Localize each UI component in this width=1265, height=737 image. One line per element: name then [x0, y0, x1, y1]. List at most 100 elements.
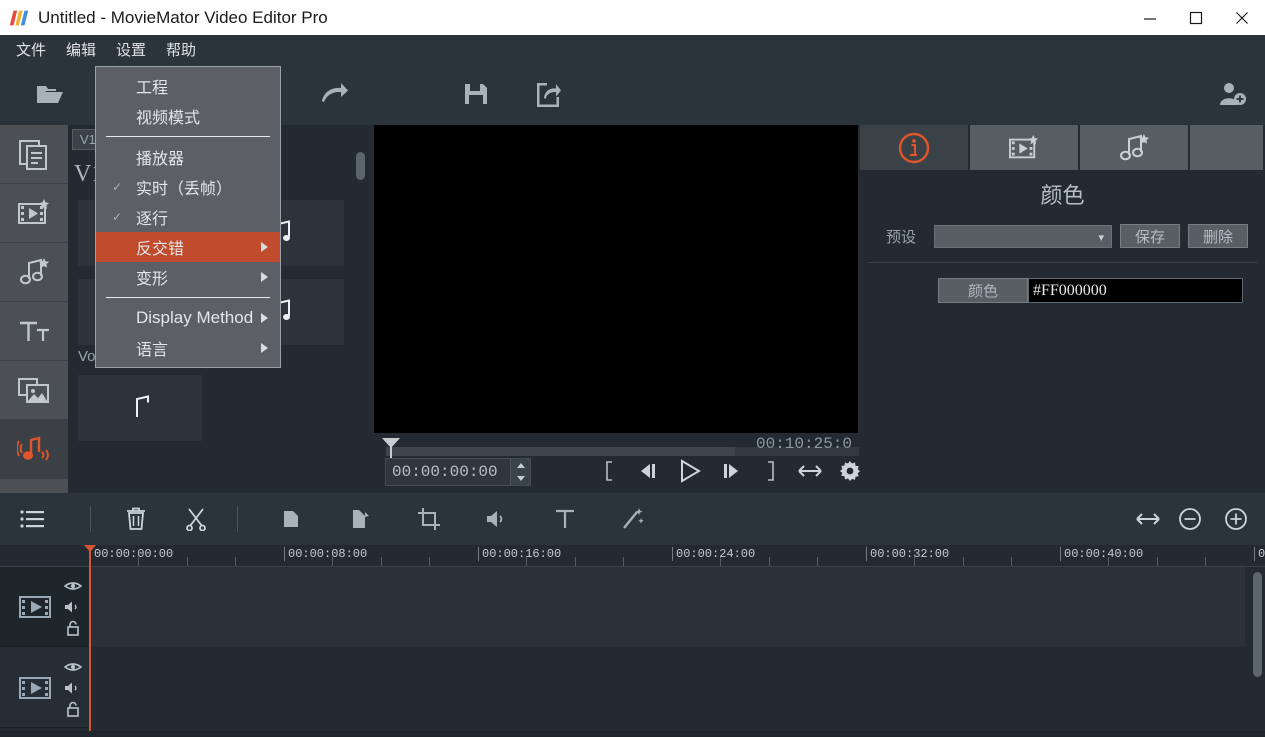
sidebar-item-audio-effects[interactable]	[0, 243, 68, 302]
save-button[interactable]	[454, 75, 498, 113]
zoom-fit-button[interactable]	[1129, 500, 1167, 538]
submenu-arrow-icon	[261, 242, 268, 252]
delete-preset-button[interactable]: 删除	[1188, 224, 1248, 248]
auto-enhance-button[interactable]	[614, 500, 652, 538]
menu-item-progressive[interactable]: ✓ 逐行	[96, 202, 280, 232]
music-star-icon	[1117, 133, 1151, 163]
timeline-menu-button[interactable]	[14, 500, 52, 538]
horizontal-arrows-icon	[1135, 511, 1161, 527]
maximize-icon	[1189, 11, 1203, 25]
menu-item-label: Display Method	[136, 308, 253, 328]
play-button[interactable]	[677, 457, 703, 485]
tab-audio[interactable]	[1080, 125, 1190, 170]
menubar-item-settings[interactable]: 设置	[108, 36, 154, 63]
menu-item-label: 实时（丢帧）	[136, 175, 232, 199]
track-lock-toggle[interactable]	[64, 621, 82, 635]
tab-info[interactable]	[860, 125, 970, 170]
color-value-input[interactable]: #FF000000	[1028, 278, 1243, 303]
mark-in-button[interactable]	[597, 457, 623, 485]
list-item[interactable]	[78, 375, 202, 444]
track-lock-toggle[interactable]	[64, 702, 82, 716]
account-button[interactable]	[1211, 75, 1255, 113]
video-preview[interactable]	[374, 125, 858, 433]
timeline-toolbar	[0, 493, 1265, 545]
properties-tab-row	[860, 125, 1265, 170]
timeline-playhead-handle[interactable]	[84, 545, 96, 552]
horizontal-arrows-icon	[798, 463, 822, 479]
check-icon: ✓	[112, 180, 122, 195]
audio-level-button[interactable]	[478, 500, 516, 538]
tab-video[interactable]	[970, 125, 1080, 170]
sidebar-item-sound[interactable]	[0, 420, 68, 479]
zoom-out-button[interactable]	[1171, 500, 1209, 538]
sidebar-item-images[interactable]	[0, 361, 68, 420]
menu-item-player[interactable]: 播放器	[96, 142, 280, 172]
delete-clip-button[interactable]	[117, 500, 155, 538]
mark-out-button[interactable]	[757, 457, 783, 485]
menu-item-display-method[interactable]: Display Method	[96, 303, 280, 333]
menu-item-realtime[interactable]: ✓ 实时（丢帧）	[96, 172, 280, 202]
preset-select[interactable]: ▾	[934, 225, 1112, 248]
menu-item-deinterlace[interactable]: 反交错	[96, 232, 280, 262]
menu-item-interpolation[interactable]: 变形	[96, 262, 280, 292]
timecode-stepper[interactable]	[510, 459, 530, 485]
close-button[interactable]	[1219, 0, 1265, 35]
eye-icon	[64, 661, 82, 673]
media-thumbnail[interactable]	[78, 375, 202, 441]
track-lane-video-1[interactable]	[90, 567, 1245, 647]
color-picker-button[interactable]: 颜色	[938, 278, 1028, 303]
add-user-icon	[1218, 81, 1248, 107]
track-header-video-1[interactable]	[0, 567, 88, 647]
timeline-tracks	[0, 567, 1265, 737]
fit-width-button[interactable]	[797, 457, 823, 485]
bracket-left-icon	[604, 461, 616, 481]
minimize-button[interactable]	[1127, 0, 1173, 35]
panel-divider	[868, 262, 1257, 263]
zoom-in-button[interactable]	[1217, 500, 1255, 538]
sidebar-item-video-effects[interactable]	[0, 184, 68, 243]
export-button[interactable]	[526, 75, 570, 113]
add-text-button[interactable]	[546, 500, 584, 538]
track-header-video-2[interactable]	[0, 648, 88, 728]
menu-item-project[interactable]: 工程	[96, 71, 280, 101]
save-preset-button[interactable]: 保存	[1120, 224, 1180, 248]
track-mute-toggle[interactable]	[64, 681, 82, 695]
redo-button[interactable]	[312, 75, 356, 113]
timeline-ruler[interactable]: 00:00:00:00 00:00:08:00 00:00:16:00 00:0…	[0, 545, 1265, 567]
stepper-down[interactable]	[511, 472, 530, 485]
timecode-field[interactable]: 00:00:00:00	[385, 458, 531, 486]
toolbar-divider	[237, 506, 238, 532]
stepper-up[interactable]	[511, 459, 530, 472]
track-mute-toggle[interactable]	[64, 600, 82, 614]
media-panel-scrollbar[interactable]	[356, 152, 365, 180]
menubar-item-edit[interactable]: 编辑	[58, 36, 104, 63]
transport-controls	[597, 457, 903, 485]
split-clip-button[interactable]	[177, 500, 215, 538]
copy-clip-button[interactable]	[274, 500, 312, 538]
menubar-item-help[interactable]: 帮助	[158, 36, 204, 63]
skip-next-button[interactable]	[717, 457, 743, 485]
caret-up-icon	[516, 462, 526, 469]
minus-circle-icon	[1178, 507, 1202, 531]
track-visibility-toggle[interactable]	[64, 660, 82, 674]
menubar-item-file[interactable]: 文件	[8, 36, 54, 63]
track-lane-video-2[interactable]	[90, 648, 1245, 728]
magic-wand-icon	[621, 507, 645, 531]
maximize-button[interactable]	[1173, 0, 1219, 35]
open-file-button[interactable]	[28, 75, 72, 113]
crop-clip-button[interactable]	[410, 500, 448, 538]
timeline-playhead[interactable]	[89, 545, 91, 737]
sidebar-item-media-library[interactable]	[0, 125, 68, 184]
timeline-vertical-scrollbar[interactable]	[1253, 572, 1262, 677]
film-icon	[18, 674, 54, 702]
timecode-value[interactable]: 00:00:00:00	[386, 463, 510, 481]
skip-previous-button[interactable]	[637, 457, 663, 485]
tab-blank[interactable]	[1190, 125, 1265, 170]
ruler-label: 00:00:24:00	[672, 547, 755, 561]
menu-item-language[interactable]: 语言	[96, 333, 280, 363]
menu-item-video-mode[interactable]: 视频模式	[96, 101, 280, 131]
track-visibility-toggle[interactable]	[64, 579, 82, 593]
lock-icon	[66, 620, 80, 636]
sidebar-item-text[interactable]	[0, 302, 68, 361]
paste-clip-button[interactable]	[342, 500, 380, 538]
